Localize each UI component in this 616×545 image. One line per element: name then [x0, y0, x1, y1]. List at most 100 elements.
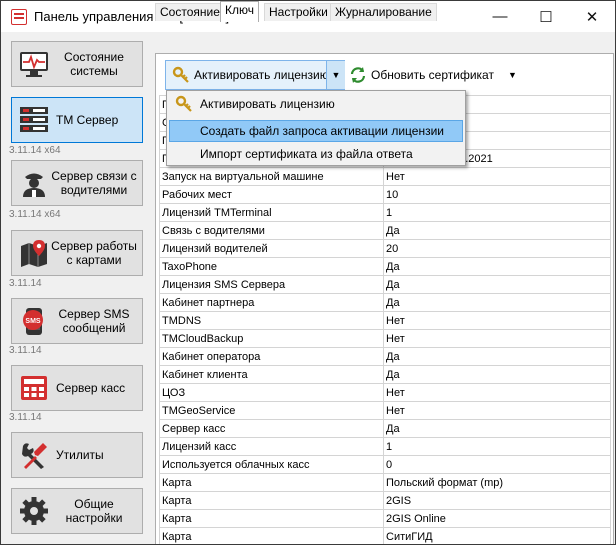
table-row[interactable]: Карта 2GIS: [159, 491, 611, 510]
sidebar-item-utilities[interactable]: Утилиты: [11, 432, 143, 478]
table-cell-value: Да: [383, 257, 611, 276]
table-row[interactable]: Сервер касс Да: [159, 419, 611, 438]
chevron-down-icon[interactable]: ▼: [508, 70, 517, 80]
close-button[interactable]: ✕: [569, 1, 615, 32]
version-label: 3.11.14 x64: [9, 209, 61, 220]
table-cell-key: TMDNS: [159, 311, 384, 330]
table-row[interactable]: Кабинет клиента Да: [159, 365, 611, 384]
table-row[interactable]: Рабочих мест 10: [159, 185, 611, 204]
tab-settings[interactable]: Настройки: [264, 3, 333, 21]
table-row[interactable]: ЦОЗ Нет: [159, 383, 611, 402]
tab-logging[interactable]: Журналирование: [330, 3, 437, 21]
table-row[interactable]: TMGeoService Нет: [159, 401, 611, 420]
table-row[interactable]: Лицензий касс 1: [159, 437, 611, 456]
table-cell-value: Нет: [383, 401, 611, 420]
table-row[interactable]: Карта 2GIS Online: [159, 509, 611, 528]
sidebar-item-tm-server[interactable]: TM Сервер: [11, 97, 143, 143]
sidebar-item-label: Сервер связи с водителями: [51, 169, 137, 197]
activate-dropdown-menu: Активировать лицензию Создать файл запро…: [166, 90, 466, 166]
table-row[interactable]: Карта Польский формат (mp): [159, 473, 611, 492]
table-cell-value: 2GIS Online: [383, 509, 611, 528]
table-row[interactable]: TaxoPhone Да: [159, 257, 611, 276]
version-label: 3.11.14: [9, 345, 42, 356]
refresh-icon: [349, 66, 367, 84]
table-row[interactable]: Лицензий TMTerminal 1: [159, 203, 611, 222]
sidebar-item-label: Сервер работы с картами: [51, 239, 137, 267]
wrench-screwdriver-icon: [18, 439, 50, 471]
menu-item-label: Создать файл запроса активации лицензии: [200, 124, 444, 138]
sidebar-item-system-status[interactable]: Состояние системы: [11, 41, 143, 87]
sidebar: Состояние системы TM Сервер 3.11.14 x64 …: [1, 32, 152, 544]
table-row[interactable]: TMDNS Нет: [159, 311, 611, 330]
activate-license-split-button[interactable]: Активировать лицензию ▼: [165, 60, 345, 90]
table-cell-key: TMGeoService: [159, 401, 384, 420]
monitor-pulse-icon: [18, 48, 50, 80]
table-cell-key: Используется облачных касс: [159, 455, 384, 474]
table-cell-key: Карта: [159, 491, 384, 510]
table-row[interactable]: Запуск на виртуальной машине Нет: [159, 167, 611, 186]
cash-register-icon: [18, 372, 50, 404]
table-cell-key: ЦОЗ: [159, 383, 384, 402]
activate-license-label: Активировать лицензию: [194, 68, 329, 82]
table-cell-value: 1: [383, 203, 611, 222]
version-label: 3.11.14: [9, 278, 42, 289]
sidebar-item-label: Утилиты: [56, 448, 104, 462]
table-cell-value: 0: [383, 455, 611, 474]
table-cell-value: Да: [383, 419, 611, 438]
table-cell-value: Нет: [383, 167, 611, 186]
table-cell-value: Да: [383, 365, 611, 384]
table-cell-value: Да: [383, 221, 611, 240]
minimize-button[interactable]: —: [477, 1, 523, 32]
key-icon: [175, 95, 193, 116]
app-window: Панель управления ТМ [3.11.14] — ☐ ✕ Сос…: [0, 0, 616, 545]
tab-status[interactable]: Состояние: [155, 3, 225, 21]
tab-key[interactable]: Ключ: [220, 1, 259, 22]
table-cell-key: Связь с водителями: [159, 221, 384, 240]
table-cell-key: Карта: [159, 509, 384, 528]
sidebar-item-label: Сервер SMS сообщений: [58, 307, 130, 335]
sidebar-item-label: Общие настройки: [65, 497, 123, 525]
table-row[interactable]: Кабинет партнера Да: [159, 293, 611, 312]
version-label: 3.11.14: [9, 412, 42, 423]
table-row[interactable]: Карта СитиГИД: [159, 527, 611, 544]
table-cell-value: Польский формат (mp): [383, 473, 611, 492]
update-certificate-label: Обновить сертификат: [371, 68, 494, 82]
sidebar-item-label: Состояние системы: [64, 50, 124, 78]
table-cell-key: Карта: [159, 527, 384, 544]
table-cell-value: СитиГИД: [383, 527, 611, 544]
sidebar-item-cash-server[interactable]: Сервер касс: [11, 365, 143, 411]
table-row[interactable]: Связь с водителями Да: [159, 221, 611, 240]
activate-dropdown-arrow[interactable]: ▼: [327, 61, 345, 89]
menu-item-activate-license[interactable]: Активировать лицензию: [169, 93, 463, 115]
table-row[interactable]: Используется облачных касс 0: [159, 455, 611, 474]
svg-text:SMS: SMS: [25, 318, 41, 325]
maximize-button[interactable]: ☐: [523, 1, 569, 32]
menu-item-import-certificate[interactable]: Импорт сертификата из файла ответа: [169, 143, 463, 165]
update-certificate-button[interactable]: Обновить сертификат ▼: [349, 64, 517, 86]
table-cell-value: 20: [383, 239, 611, 258]
table-row[interactable]: Лицензия SMS Сервера Да: [159, 275, 611, 294]
table-cell-key: Лицензий TMTerminal: [159, 203, 384, 222]
table-cell-key: TaxoPhone: [159, 257, 384, 276]
driver-icon: [18, 167, 50, 199]
sidebar-item-map-server[interactable]: Сервер работы с картами: [11, 230, 143, 276]
table-cell-value: 10: [383, 185, 611, 204]
table-cell-value: Нет: [383, 311, 611, 330]
version-label: 3.11.14 x64: [9, 145, 61, 156]
table-cell-value: Да: [383, 293, 611, 312]
app-icon: [11, 9, 27, 25]
sidebar-item-label: TM Сервер: [56, 113, 119, 127]
table-row[interactable]: TMCloudBackup Нет: [159, 329, 611, 348]
sidebar-item-driver-server[interactable]: Сервер связи с водителями: [11, 160, 143, 206]
table-cell-key: Сервер касс: [159, 419, 384, 438]
menu-item-label: Активировать лицензию: [200, 97, 335, 111]
table-cell-key: Кабинет клиента: [159, 365, 384, 384]
table-row[interactable]: Лицензий водителей 20: [159, 239, 611, 258]
table-cell-value: Да: [383, 347, 611, 366]
table-row[interactable]: Кабинет оператора Да: [159, 347, 611, 366]
sidebar-item-sms-server[interactable]: SMS Сервер SMS сообщений: [11, 298, 143, 344]
sidebar-item-general-settings[interactable]: Общие настройки: [11, 488, 143, 534]
menu-item-create-request[interactable]: Создать файл запроса активации лицензии: [169, 120, 463, 142]
table-cell-key: Лицензий касс: [159, 437, 384, 456]
table-cell-value: 2GIS: [383, 491, 611, 510]
